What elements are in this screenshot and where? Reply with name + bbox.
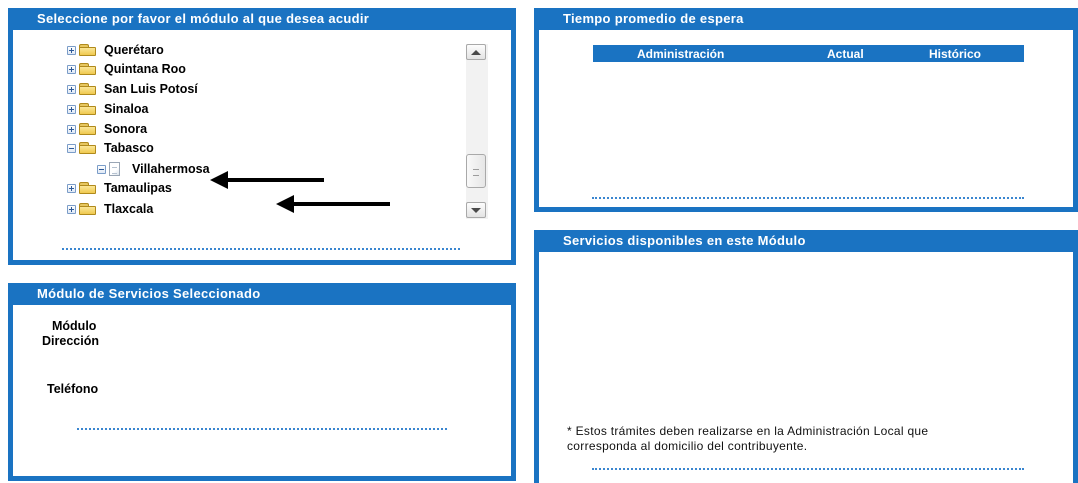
wait-time-panel: Tiempo promedio de espera [534,8,1078,212]
expand-icon[interactable] [67,45,76,55]
folder-icon [79,203,96,215]
tree-item-label: Quintana Roo [104,62,186,76]
divider [62,248,460,250]
expand-icon[interactable] [67,64,76,74]
tree-item-label: Villahermosa [132,162,210,176]
selected-module-title: Módulo de Servicios Seleccionado [13,283,511,305]
expand-icon[interactable] [67,124,76,134]
tree-item-tabasco[interactable]: Tabasco [67,139,154,157]
tree-item-label: San Luis Potosí [104,82,198,96]
chevron-down-icon [471,207,481,213]
column-header-actual: Actual [827,47,864,61]
expand-icon[interactable] [67,183,76,193]
tree-item-sinaloa[interactable]: Sinaloa [67,100,148,118]
column-header-administracion: Administración [637,47,725,61]
annotation-arrow-icon [210,171,324,189]
folder-icon [79,44,96,56]
tree-item-label: Querétaro [104,43,164,57]
folder-icon [79,123,96,135]
tree-item-label: Sonora [104,122,148,136]
collapse-icon [97,164,106,174]
divider [592,468,1024,470]
tree-item-quintana-roo[interactable]: Quintana Roo [67,60,186,78]
chevron-up-icon [471,49,481,55]
tree-scrollbar[interactable] [466,44,488,219]
tree-item-tlaxcala[interactable]: Tlaxcala [67,200,153,218]
tree-item-sonora[interactable]: Sonora [67,120,147,138]
collapse-icon[interactable] [67,143,76,153]
module-label: Módulo [52,319,97,333]
tree-item-label: Tabasco [104,141,154,155]
wait-time-title: Tiempo promedio de espera [539,8,1073,30]
tree-item-villahermosa[interactable]: Villahermosa [97,160,210,178]
divider [592,197,1024,199]
services-note-line2: corresponda al domicilio del contribuyen… [567,439,808,453]
folder-icon [79,182,96,194]
module-selector-title: Seleccione por favor el módulo al que de… [13,8,511,30]
expand-icon[interactable] [67,84,76,94]
tree-item-san-luis-potosi[interactable]: San Luis Potosí [67,80,198,98]
document-icon [109,162,120,176]
divider [77,428,447,430]
scroll-thumb[interactable] [466,154,486,188]
column-header-historico: Histórico [929,47,982,61]
expand-icon[interactable] [67,104,76,114]
tree-item-label: Tlaxcala [104,202,154,216]
annotation-arrow-icon [276,195,390,213]
phone-label: Teléfono [47,382,99,396]
tree-item-label: Tamaulipas [104,181,172,195]
tree-item-queretaro[interactable]: Querétaro [67,41,164,59]
folder-icon [79,63,96,75]
folder-icon [79,83,96,95]
tree-item-label: Sinaloa [104,102,149,116]
folder-icon [79,142,96,154]
address-label: Dirección [42,334,99,348]
folder-icon [79,103,96,115]
expand-icon[interactable] [67,204,76,214]
wait-time-table-header: Administración Actual Histórico [593,45,1024,62]
scroll-down-button[interactable] [466,202,486,218]
scroll-up-button[interactable] [466,44,486,60]
tree-item-tamaulipas[interactable]: Tamaulipas [67,179,172,197]
services-title: Servicios disponibles en este Módulo [539,230,1073,252]
